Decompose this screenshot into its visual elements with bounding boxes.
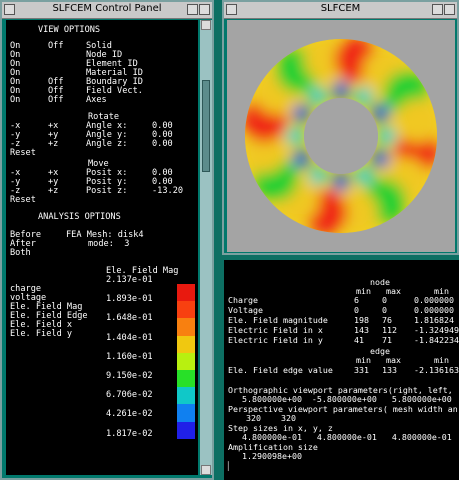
scale-value: 4.261e-02 (106, 409, 153, 420)
viewport-window: SLFCEM (222, 0, 459, 255)
console-row-max: 76 (382, 315, 392, 325)
control-panel-titlebar[interactable]: SLFCEM Control Panel (2, 2, 212, 19)
view-on-toggle[interactable]: On (10, 96, 20, 105)
console-row-label: Ele. Field magnitude (228, 315, 328, 325)
console-row-value: -1.324949 (414, 325, 459, 335)
console-row-max: 71 (382, 335, 392, 345)
scale-swatch (177, 421, 195, 439)
view-options-header: VIEW OPTIONS (38, 25, 101, 35)
amp-value: 1.290098e+00 (242, 451, 302, 461)
field-blob-inner (332, 173, 350, 191)
analysis-options-header: ANALYSIS OPTIONS (38, 212, 121, 222)
control-panel-window: SLFCEM Control Panel VIEW OPTIONS On Off S… (0, 0, 214, 480)
scale-value: 6.706e-02 (106, 390, 153, 401)
console-row-min: 198 (354, 315, 369, 325)
move-reset-button[interactable]: Reset (10, 196, 36, 205)
console-row-label: Voltage (228, 305, 263, 315)
scale-value: 1.160e-01 (106, 351, 153, 362)
scale-value: 1.404e-01 (106, 332, 153, 343)
console-row-max: 0 (382, 295, 387, 305)
console-row-max: 0 (382, 305, 387, 315)
scroll-up-arrow-icon[interactable] (201, 20, 211, 30)
terminal-output[interactable]: node min max min Charge 6 0 0.000000 Voltage… (224, 260, 459, 480)
console-row-min: 143 (354, 325, 369, 335)
both-option[interactable]: Both (10, 249, 31, 258)
view-option-label: Axes (86, 95, 107, 105)
scale-value: 2.137e-01 (106, 275, 153, 285)
ortho-values: 5.800000e+00 -5.800000e+00 5.800000e+00 (242, 394, 452, 404)
minimize-button[interactable] (187, 4, 198, 15)
persp-values: 320 320 (246, 413, 296, 423)
control-panel-scrollbar[interactable] (200, 20, 212, 475)
console-row-value: 0.000000 (414, 295, 454, 305)
node-subheader: min max (356, 286, 401, 296)
move-label: Posit z: (86, 186, 128, 196)
step-values: 4.800000e-01 4.800000e-01 4.800000e-01 (242, 432, 452, 442)
console-row-min: 41 (354, 335, 364, 345)
scale-swatch (177, 335, 195, 353)
console-row-max: 112 (382, 325, 397, 335)
edge-row-min: 331 (354, 365, 369, 375)
rotate-reset-button[interactable]: Reset (10, 149, 36, 158)
field-blob-inner (378, 127, 396, 145)
field-blob-inner (292, 150, 311, 168)
console-row-value: -1.842234 (414, 335, 459, 345)
console-row-label: Charge (228, 295, 258, 305)
console-row-label: Electric Field in y (228, 335, 323, 345)
field-blob-inner (286, 127, 304, 145)
field-option[interactable]: Ele. Field y (10, 330, 72, 339)
edge-row-max: 133 (382, 365, 397, 375)
scale-value: 1.893e-01 (106, 294, 153, 305)
scale-swatch (177, 404, 195, 422)
rotate-value: 0.00 (152, 139, 173, 149)
console-row-value: 1.816824 (414, 315, 454, 325)
scale-value: 9.150e-02 (106, 371, 153, 381)
view-off-toggle[interactable]: Off (48, 96, 64, 105)
viewport-title: SLFCEM (320, 3, 361, 14)
disk-field-plot (245, 39, 438, 233)
move-plus-button[interactable]: +z (48, 187, 58, 196)
console-row-min: 6 (354, 295, 359, 305)
render-viewport[interactable] (227, 20, 455, 252)
edge-row-value: -2.136163 (414, 365, 459, 375)
scale-swatch (177, 352, 195, 370)
inner-hole (304, 98, 378, 174)
scale-swatch (177, 318, 195, 336)
minimize-button[interactable] (432, 4, 443, 15)
scale-swatch (177, 387, 195, 405)
viewport-titlebar[interactable]: SLFCEM (224, 2, 457, 19)
scale-swatch (177, 370, 195, 388)
field-blob (395, 99, 438, 144)
console-row-label: Electric Field in x (228, 325, 323, 335)
edge-row-label: Ele. Field edge value (228, 365, 333, 375)
field-blob-inner (371, 150, 390, 168)
field-blob-inner (332, 81, 350, 99)
scale-swatch (177, 284, 195, 302)
field-blob-inner (292, 104, 311, 122)
edge-subheader: min max (356, 355, 401, 365)
scale-swatch (177, 301, 195, 319)
console-row-value: 0.000000 (414, 305, 454, 315)
edge-subheader-b: min (434, 355, 449, 365)
mode-label: mode: 3 (88, 239, 130, 249)
rotate-plus-button[interactable]: +z (48, 140, 58, 149)
maximize-button[interactable] (199, 4, 210, 15)
control-panel-title: SLFCEM Control Panel (52, 3, 162, 14)
text-cursor[interactable]: ▏ (228, 462, 233, 471)
view-off-toggle[interactable]: Off (48, 42, 64, 51)
console-row-min: 0 (354, 305, 359, 315)
scroll-down-arrow-icon[interactable] (201, 465, 211, 475)
scrollbar-thumb[interactable] (202, 80, 210, 172)
maximize-button[interactable] (444, 4, 455, 15)
control-panel-body: VIEW OPTIONS On Off Solid On Node ID On Elemen… (6, 20, 198, 475)
scale-value: 1.817e-02 (106, 428, 153, 439)
field-blob-inner (371, 104, 390, 122)
rotate-label: Angle z: (86, 139, 128, 149)
move-value: -13.20 (152, 186, 184, 196)
scale-value: 1.648e-01 (106, 313, 153, 324)
